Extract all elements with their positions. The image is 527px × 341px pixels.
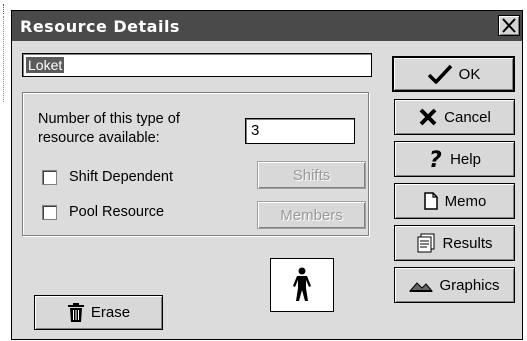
cancel-button[interactable]: Cancel: [394, 99, 515, 135]
memo-button-label: Memo: [444, 192, 487, 210]
trash-icon: [67, 302, 84, 322]
title-bar[interactable]: Resource Details: [12, 11, 522, 41]
shift-dependent-label[interactable]: Shift Dependent: [69, 168, 173, 187]
resource-type-image[interactable]: [270, 258, 334, 312]
members-button-label: Members: [280, 206, 343, 224]
pool-resource-checkbox[interactable]: [42, 205, 57, 220]
pool-resource-label[interactable]: Pool Resource: [69, 203, 164, 222]
question-icon: ?: [429, 148, 442, 170]
window-edge-marker: [3, 4, 6, 14]
x-icon: [419, 108, 437, 126]
report-icon: [417, 233, 435, 253]
resource-count-input[interactable]: 3: [245, 118, 355, 144]
resource-name-value: Loket: [26, 57, 65, 73]
memo-button[interactable]: Memo: [394, 183, 515, 219]
graphics-button[interactable]: Graphics: [394, 267, 515, 303]
document-icon: [423, 192, 438, 210]
close-button[interactable]: [498, 15, 520, 36]
count-label-line1: Number of this type of: [38, 111, 180, 127]
ok-button-label: OK: [458, 65, 481, 83]
help-button[interactable]: ? Help: [394, 141, 515, 177]
shifts-button[interactable]: Shifts: [257, 161, 366, 189]
person-icon: [293, 267, 311, 301]
help-button-label: Help: [450, 150, 481, 168]
shift-dependent-checkbox[interactable]: [42, 170, 57, 185]
shifts-button-label: Shifts: [292, 166, 331, 184]
results-button[interactable]: Results: [394, 225, 515, 261]
window-edge-dots: [3, 16, 5, 102]
graphics-icon: [409, 282, 434, 292]
dialog-title: Resource Details: [20, 17, 180, 36]
ok-button[interactable]: OK: [392, 56, 515, 92]
resource-count-value: 3: [251, 122, 260, 139]
svg-text:?: ?: [429, 148, 442, 170]
resource-name-input[interactable]: Loket: [22, 53, 372, 77]
count-label-line2: resource available:: [38, 130, 160, 146]
checkmark-icon: [427, 64, 452, 84]
erase-button[interactable]: Erase: [34, 295, 163, 330]
cancel-button-label: Cancel: [444, 108, 491, 126]
results-button-label: Results: [442, 234, 493, 252]
graphics-button-label: Graphics: [439, 276, 500, 294]
members-button[interactable]: Members: [257, 201, 366, 229]
erase-button-label: Erase: [90, 304, 131, 321]
close-icon: [502, 18, 516, 33]
